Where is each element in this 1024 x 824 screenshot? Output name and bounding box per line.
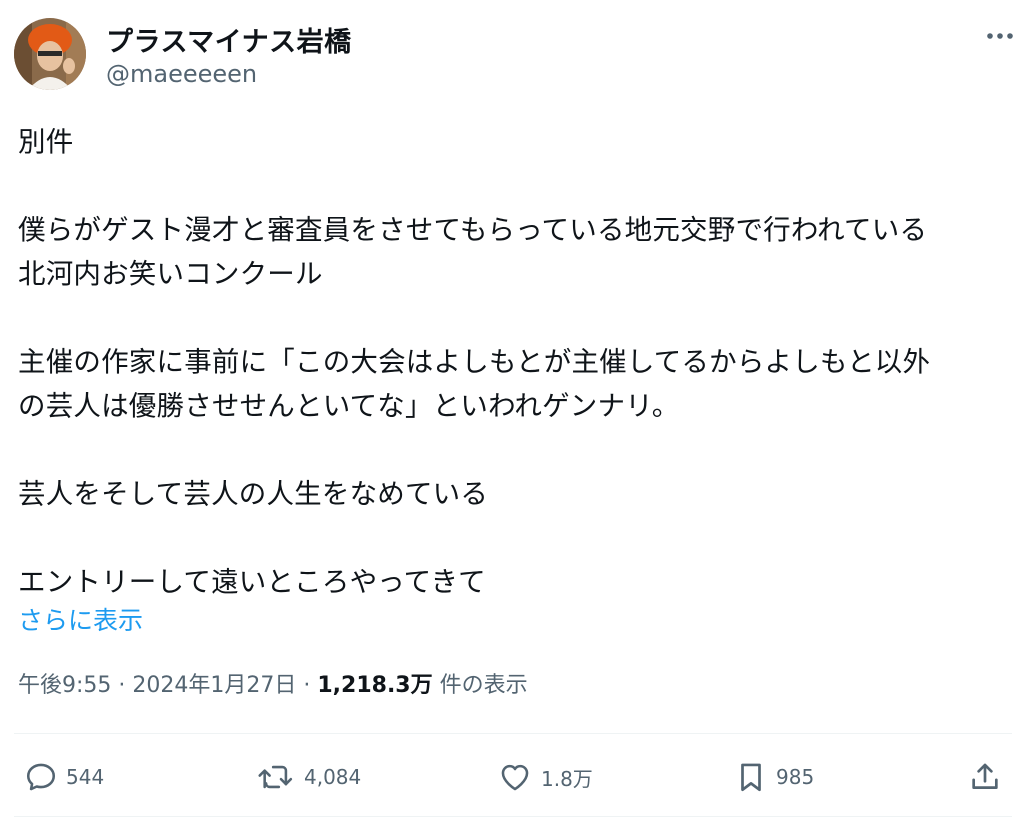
retweet-count: 4,084 (304, 765, 362, 789)
avatar[interactable] (14, 18, 86, 90)
retweet-arrows-icon (258, 765, 293, 789)
tweet-date[interactable]: 2024年1月27日 (132, 673, 296, 698)
divider (14, 733, 1012, 734)
tweet-line: 北河内お笑いコンクール (18, 258, 323, 290)
tweet-line: の芸人は優勝させせんといてな」といわれゲンナリ。 (18, 390, 680, 422)
reply-button[interactable]: 544 (24, 757, 104, 797)
tweet-meta: 午後9:55 · 2024年1月27日 · 1,218.3万 件の表示 (18, 667, 528, 699)
views-count: 1,218.3万 (317, 673, 433, 698)
author-name[interactable]: プラスマイナス岩橋 (106, 20, 352, 59)
bookmark-button[interactable]: 985 (734, 757, 814, 797)
tweet-line: 別件 (18, 126, 74, 158)
reply-count: 544 (66, 765, 105, 789)
tweet-line: 僕らがゲスト漫才と審査員をさせてもらっている地元交野で行われている (18, 214, 928, 246)
more-options-button[interactable] (980, 22, 1020, 50)
tweet-line: エントリーして遠いところやってきて (18, 566, 486, 598)
tweet-card: プラスマイナス岩橋 @maeeeeen 別件 僕らがゲスト漫才と審査員をさせても… (0, 0, 1024, 824)
like-count: 1.8万 (541, 766, 593, 791)
avatar-image (14, 18, 86, 90)
tweet-text: 別件 僕らがゲスト漫才と審査員をさせてもらっている地元交野で行われている 北河内… (18, 120, 1018, 604)
show-more-link[interactable]: さらに表示 (18, 601, 143, 637)
like-button[interactable]: 1.8万 (497, 757, 593, 797)
share-button[interactable] (968, 757, 1002, 797)
retweet-button[interactable]: 4,084 (256, 757, 361, 797)
meta-separator: · (111, 673, 133, 698)
share-upload-icon (972, 763, 998, 789)
more-horizontal-icon (987, 33, 1013, 39)
tweet-line: 主催の作家に事前に「この大会はよしもとが主催してるからよしもと以外 (18, 346, 931, 378)
bookmark-count: 985 (776, 765, 815, 789)
views-label: 件の表示 (439, 673, 528, 698)
heart-icon (501, 764, 529, 791)
speech-bubble-icon (26, 763, 56, 791)
divider (14, 816, 1012, 817)
meta-separator: · (296, 673, 318, 698)
bookmark-icon (741, 763, 761, 792)
author-handle[interactable]: @maeeeeen (106, 60, 257, 88)
tweet-line: 芸人をそして芸人の人生をなめている (18, 478, 489, 510)
tweet-time[interactable]: 午後9:55 (18, 673, 111, 698)
